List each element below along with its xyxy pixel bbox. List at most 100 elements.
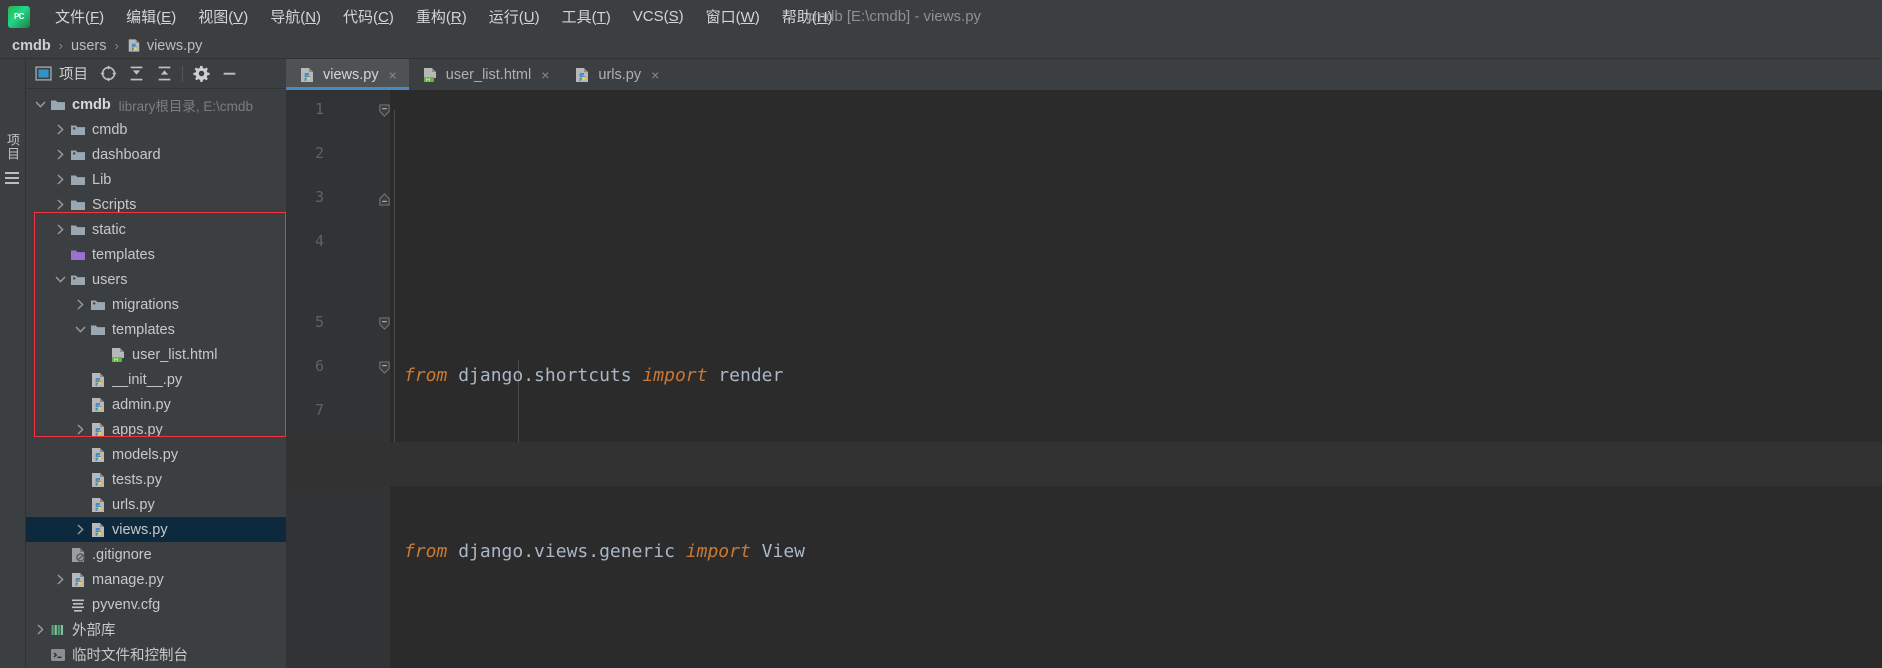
tree-item-urls.py[interactable]: urls.py: [26, 492, 286, 517]
tree-item-apps.py[interactable]: apps.py: [26, 417, 286, 442]
tool-window-project-label[interactable]: 项目: [3, 133, 22, 161]
chevron-down-icon[interactable]: [74, 323, 87, 336]
tree-item-pyvenv.cfg[interactable]: pyvenv.cfg: [26, 592, 286, 617]
file-py-icon: [576, 67, 589, 82]
kw-import: import: [642, 365, 708, 386]
tab-user-list-html[interactable]: H user_list.html ×: [409, 59, 562, 90]
chevron-down-icon[interactable]: [34, 98, 47, 111]
code-text[interactable]: from django.shortcuts import render from…: [390, 90, 1882, 668]
tree-item-__init__.py[interactable]: __init__.py: [26, 367, 286, 392]
tree-item-templates[interactable]: templates: [26, 317, 286, 342]
tree-item-admin.py[interactable]: admin.py: [26, 392, 286, 417]
tree-item-.gitignore[interactable]: .gitignore: [26, 542, 286, 567]
breadcrumb-folder[interactable]: users: [71, 38, 106, 54]
tab-close-icon[interactable]: ×: [541, 67, 549, 83]
project-tree[interactable]: cmdb library根目录, E:\cmdb cmdb dashboard Lib S…: [26, 89, 286, 668]
chevron-down-icon[interactable]: [54, 273, 67, 286]
minimize-icon: [223, 72, 235, 75]
tree-item-[interactable]: 外部库: [26, 617, 286, 642]
tree-item-note: library根目录, E:\cmdb: [118, 98, 253, 114]
tree-item-models.py[interactable]: models.py: [26, 442, 286, 467]
tree-item-label: user_list.html: [132, 346, 218, 363]
tree-item-label: 外部库: [72, 623, 116, 639]
tree-item-label: __init__.py: [112, 371, 183, 388]
chevron-right-icon[interactable]: [54, 148, 67, 161]
tree-item-manage.py[interactable]: manage.py: [26, 567, 286, 592]
tree-item-user_list.html[interactable]: Huser_list.html: [26, 342, 286, 367]
line-number: 5: [314, 313, 324, 331]
tree-item-[interactable]: 临时文件和控制台: [26, 642, 286, 667]
menu-view[interactable]: 视图(V): [187, 3, 259, 30]
tab-urls-py[interactable]: urls.py ×: [561, 59, 671, 90]
editor-area: views.py × H user_list.html × urls.py × …: [286, 59, 1882, 668]
tree-item-label: migrations: [112, 296, 179, 313]
indent-guide: [394, 110, 395, 470]
tree-item-users[interactable]: users: [26, 267, 286, 292]
menu-edit[interactable]: 编辑(E): [115, 3, 187, 30]
expand-all-button[interactable]: [123, 62, 149, 86]
tree-item-cmdb[interactable]: cmdb: [26, 117, 286, 142]
menu-vcs[interactable]: VCS(S): [622, 5, 695, 28]
tree-item-cmdb[interactable]: cmdb library根目录, E:\cmdb: [26, 92, 286, 117]
tree-item-views.py[interactable]: views.py: [26, 517, 286, 542]
menu-refactor[interactable]: 重构(R): [405, 3, 478, 30]
menu-window[interactable]: 窗口(W): [695, 3, 771, 30]
chevron-right-icon[interactable]: [74, 423, 87, 436]
tree-item-dashboard[interactable]: dashboard: [26, 142, 286, 167]
folder-package-icon: [70, 122, 86, 138]
menu-navigate[interactable]: 导航(N): [259, 3, 332, 30]
app-logo-text: PC: [13, 12, 25, 21]
chevron-right-icon[interactable]: [54, 198, 67, 211]
editor-gutter[interactable]: 1 2 3 4 5 6 7 8: [286, 90, 390, 668]
tree-item-label: cmdb: [92, 121, 128, 138]
menu-file[interactable]: 文件(F): [44, 3, 115, 30]
tree-item-templates[interactable]: templates: [26, 242, 286, 267]
chevron-right-icon[interactable]: [34, 623, 47, 636]
line-number: 2: [314, 144, 324, 162]
settings-button[interactable]: [188, 62, 214, 86]
menu-tools[interactable]: 工具(T): [551, 3, 622, 30]
chevron-right-icon[interactable]: [74, 298, 87, 311]
collapse-all-button[interactable]: [151, 62, 177, 86]
expand-all-icon: [130, 66, 142, 81]
line-number: 6: [314, 357, 324, 375]
chevron-right-icon[interactable]: [54, 173, 67, 186]
file-py-icon: [90, 497, 106, 513]
hide-panel-button[interactable]: [216, 62, 242, 86]
file-py-icon: [90, 422, 106, 438]
tab-close-icon[interactable]: ×: [389, 67, 397, 83]
chevron-right-icon[interactable]: [54, 573, 67, 586]
line-number: 1: [314, 100, 324, 118]
menu-run[interactable]: 运行(U): [478, 3, 551, 30]
breadcrumb-file[interactable]: views.py: [127, 38, 202, 54]
external-libraries-icon: [50, 622, 66, 638]
breadcrumb-separator: ›: [114, 38, 119, 53]
tab-views-py[interactable]: views.py ×: [286, 59, 409, 90]
window-title: cmdb [E:\cmdb] - views.py: [806, 8, 982, 25]
select-opened-file-button[interactable]: [95, 62, 121, 86]
file-py-icon: [90, 397, 106, 413]
code-editor[interactable]: 1 2 3 4 5 6 7 8: [286, 90, 1882, 668]
tree-item-static[interactable]: static: [26, 217, 286, 242]
tree-item-label: dashboard: [92, 146, 161, 163]
folder-module-icon: [50, 97, 66, 113]
file-html-icon: H: [423, 67, 436, 83]
file-html-icon: H: [110, 347, 126, 363]
line-number: 7: [314, 401, 324, 419]
project-panel-title[interactable]: 项目: [30, 63, 93, 84]
left-tool-strip: 项目: [0, 59, 26, 668]
tree-item-tests.py[interactable]: tests.py: [26, 467, 286, 492]
chevron-right-icon[interactable]: [54, 123, 67, 136]
breadcrumb: cmdb › users › views.py: [0, 33, 1882, 59]
tree-item-migrations[interactable]: migrations: [26, 292, 286, 317]
tree-item-Lib[interactable]: Lib: [26, 167, 286, 192]
chevron-right-icon[interactable]: [54, 223, 67, 236]
structure-icon[interactable]: [4, 171, 20, 185]
tree-item-label: views.py: [112, 521, 168, 538]
breadcrumb-root[interactable]: cmdb: [12, 38, 51, 54]
menu-code[interactable]: 代码(C): [332, 3, 405, 30]
file-py-icon: [90, 472, 106, 488]
chevron-right-icon[interactable]: [74, 523, 87, 536]
tab-close-icon[interactable]: ×: [651, 67, 659, 83]
tree-item-Scripts[interactable]: Scripts: [26, 192, 286, 217]
